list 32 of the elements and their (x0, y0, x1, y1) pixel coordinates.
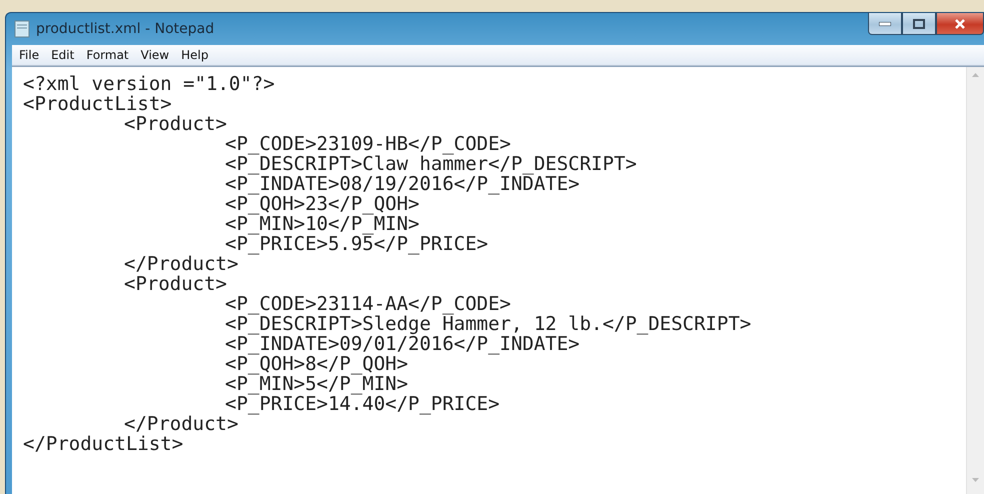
code-line: <P_CODE>23114-AA</P_CODE> (225, 293, 511, 315)
code-line: </Product> (124, 413, 238, 435)
menu-item[interactable]: View (136, 48, 174, 62)
code-line: <ProductList> (23, 93, 172, 115)
code-line: <Product> (124, 113, 227, 135)
code-line: <P_INDATE>09/01/2016</P_INDATE> (225, 333, 580, 355)
menu-item[interactable]: Help (176, 48, 214, 62)
notepad-icon (14, 20, 30, 38)
code-line: </ProductList> (23, 433, 184, 455)
code-line: <P_MIN>10</P_MIN> (225, 213, 420, 235)
window-title: productlist.xml - Notepad (36, 21, 216, 37)
code-line: <P_INDATE>08/19/2016</P_INDATE> (225, 173, 580, 195)
maximize-icon (913, 18, 925, 28)
maximize-button[interactable] (902, 13, 936, 35)
code-line: <?xml version ="1.0"?> (23, 73, 275, 95)
code-line: </Product> (124, 253, 238, 275)
code-line: <Product> (124, 273, 227, 295)
minimize-button[interactable] (868, 13, 902, 35)
menu-item[interactable]: Edit (46, 48, 80, 62)
close-button[interactable] (936, 13, 984, 35)
minimize-icon (879, 22, 891, 26)
code-line: <P_DESCRIPT>Sledge Hammer, 12 lb.</P_DESCRIPT> (225, 313, 752, 335)
code-line: <P_PRICE>5.95</P_PRICE> (225, 233, 488, 255)
code-line: <P_CODE>23109-HB</P_CODE> (225, 133, 511, 155)
menu-item[interactable]: Format (81, 48, 134, 62)
menu-item[interactable]: File (14, 48, 44, 62)
code-line: <P_PRICE>14.40</P_PRICE> (225, 393, 500, 415)
close-icon (954, 18, 966, 28)
code-line: <P_DESCRIPT>Claw hammer</P_DESCRIPT> (225, 153, 637, 175)
code-line: <P_QOH>23</P_QOH> (225, 193, 420, 215)
code-line: <P_MIN>5</P_MIN> (225, 373, 408, 395)
code-line: <P_QOH>8</P_QOH> (225, 353, 408, 375)
